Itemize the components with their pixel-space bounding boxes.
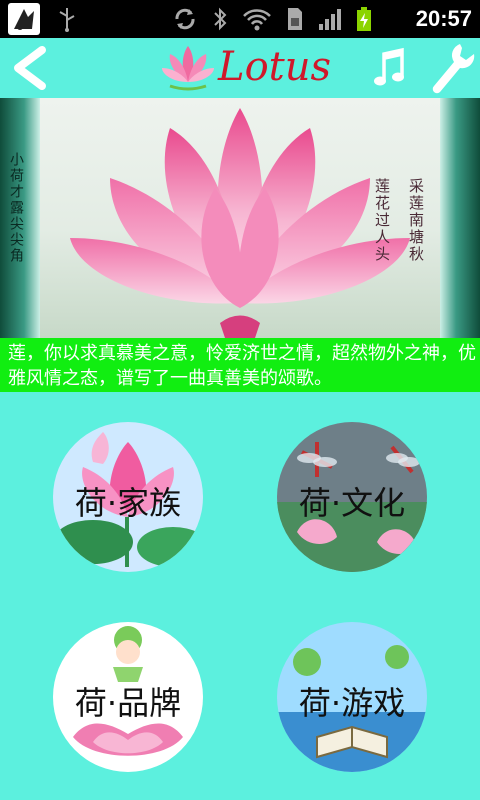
sim-icon bbox=[286, 6, 304, 36]
app-icon bbox=[8, 3, 40, 35]
menu-culture-label: 荷·文化 bbox=[298, 484, 406, 522]
status-bar: 20:57 bbox=[0, 0, 480, 38]
music-button[interactable] bbox=[372, 46, 408, 90]
banner-right-panel bbox=[440, 98, 480, 338]
usb-icon bbox=[56, 6, 78, 36]
wrench-icon bbox=[432, 44, 475, 94]
logo-text: Lotus bbox=[218, 44, 332, 90]
title-bar: Lotus bbox=[0, 38, 480, 98]
menu-brand-label: 荷·品牌 bbox=[74, 684, 182, 722]
battery-charging-icon bbox=[356, 6, 372, 36]
wifi-icon bbox=[242, 6, 272, 36]
back-button[interactable] bbox=[8, 44, 52, 92]
music-icon bbox=[374, 47, 404, 86]
bluetooth-icon bbox=[212, 6, 228, 36]
banner-side-poem: 小荷才露尖尖角 bbox=[8, 152, 24, 264]
intro-text: 莲，你以求真慕美之意，怜爱济世之情，超然物外之神，优雅风情之态，谱写了一曲真善美… bbox=[0, 338, 480, 392]
status-time: 20:57 bbox=[415, 6, 472, 31]
menu-culture-button[interactable]: 荷·文化 bbox=[277, 422, 427, 572]
lotus-banner: 小荷才露尖尖角 采莲南塘秋 莲花过人头 bbox=[0, 98, 480, 338]
back-icon bbox=[14, 46, 46, 90]
menu-brand-button[interactable]: 荷·品牌 bbox=[53, 622, 203, 772]
menu-family-label: 荷·家族 bbox=[74, 484, 182, 522]
menu-family-button[interactable]: 荷·家族 bbox=[53, 422, 203, 572]
sync-icon bbox=[172, 6, 198, 36]
menu-games-label: 荷·游戏 bbox=[298, 684, 406, 722]
banner-poem-line-2: 莲花过人头 bbox=[373, 178, 391, 263]
banner-poem-line-1: 采莲南塘秋 bbox=[407, 178, 425, 263]
lotus-flower-icon bbox=[162, 46, 214, 91]
signal-icon bbox=[318, 6, 342, 36]
settings-button[interactable] bbox=[428, 40, 476, 94]
menu-games-button[interactable]: 荷·游戏 bbox=[277, 622, 427, 772]
